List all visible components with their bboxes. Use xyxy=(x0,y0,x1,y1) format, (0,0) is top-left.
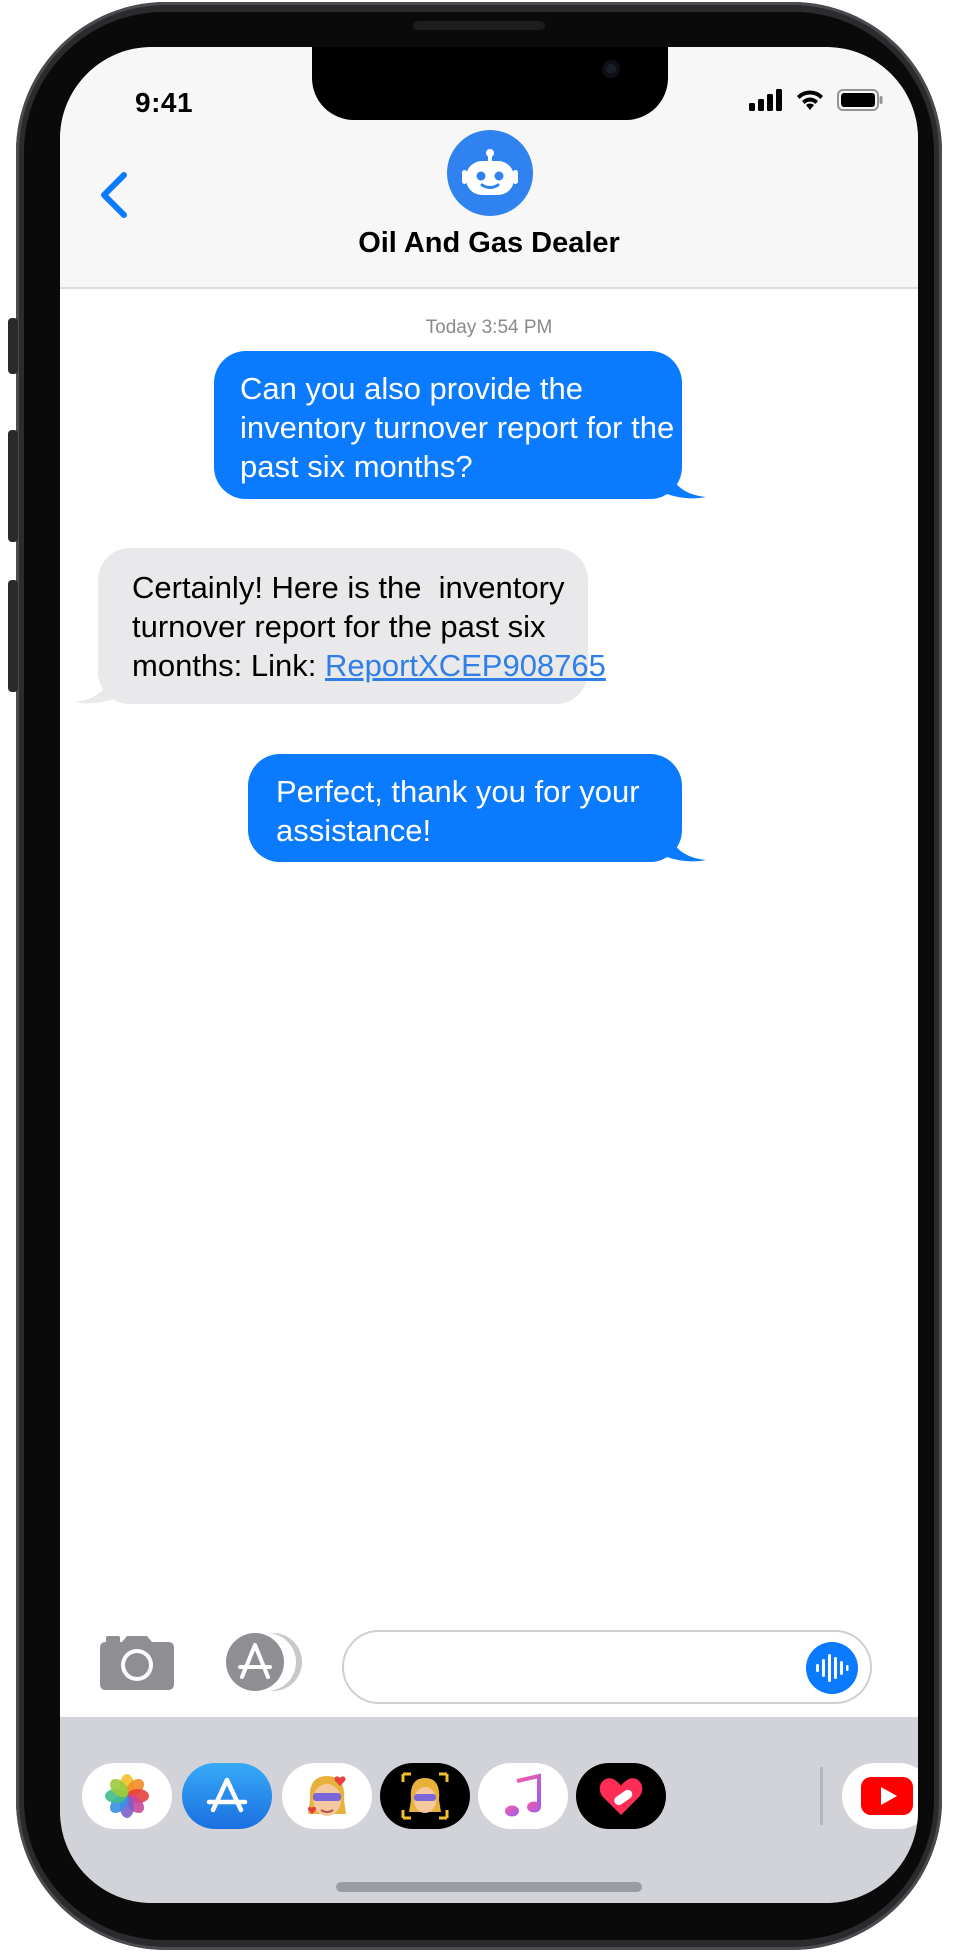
bubble-tail xyxy=(660,828,706,862)
back-button[interactable] xyxy=(94,165,134,225)
message-input[interactable] xyxy=(372,1650,796,1688)
camera-icon xyxy=(100,1636,174,1690)
message-text-line: inventory turnover report for the xyxy=(240,410,675,445)
message-text-line: Certainly! Here is the inventory xyxy=(132,570,565,605)
app-store-icon xyxy=(226,1633,302,1691)
animoji-icon xyxy=(401,1772,449,1820)
app-store-icon xyxy=(206,1777,248,1813)
memoji-stickers-app[interactable] xyxy=(282,1763,372,1829)
incoming-message-bubble[interactable]: Certainly! Here is the inventory turnove… xyxy=(74,548,606,704)
message-input-field[interactable] xyxy=(342,1630,872,1704)
screen: 9:41 Oil And Gas Dealer Today 3:54 PM Ca… xyxy=(60,47,918,1903)
robot-icon xyxy=(462,149,518,195)
tray-divider xyxy=(820,1767,823,1825)
photos-app[interactable] xyxy=(82,1763,172,1829)
chevron-left-icon xyxy=(101,172,127,218)
battery-icon xyxy=(837,89,883,111)
volume-up-button xyxy=(8,430,18,542)
outgoing-message-bubble[interactable]: Perfect, thank you for your assistance! xyxy=(248,754,706,862)
outgoing-message-bubble[interactable]: Can you also provide the inventory turno… xyxy=(214,351,706,499)
report-link[interactable]: ReportXCEP908765 xyxy=(325,648,606,683)
silent-switch xyxy=(8,318,18,374)
youtube-icon xyxy=(861,1777,913,1815)
camera-button[interactable] xyxy=(100,1634,174,1690)
status-icons xyxy=(749,89,883,111)
apps-button[interactable] xyxy=(224,1633,304,1691)
volume-down-button xyxy=(8,580,18,692)
voice-message-button[interactable] xyxy=(806,1642,858,1694)
status-time: 9:41 xyxy=(135,87,194,118)
message-text-line-with-link: months: Link: ReportXCEP908765 xyxy=(132,642,606,683)
front-camera xyxy=(602,60,620,78)
home-indicator[interactable] xyxy=(336,1882,642,1892)
message-text-line: Can you also provide the xyxy=(240,371,583,406)
app-store-app[interactable] xyxy=(182,1763,272,1829)
digital-touch-app[interactable] xyxy=(576,1763,666,1829)
music-icon xyxy=(505,1773,541,1817)
animoji-app[interactable] xyxy=(380,1763,470,1829)
cellular-signal-icon xyxy=(749,89,782,111)
message-text-line: Perfect, thank you for your xyxy=(276,774,640,809)
music-app[interactable] xyxy=(478,1763,568,1829)
message-text-line: past six months? xyxy=(240,449,473,484)
message-text-line: assistance! xyxy=(276,813,432,848)
conversation-timestamp: Today 3:54 PM xyxy=(425,317,553,338)
audio-waveform-icon xyxy=(816,1654,849,1682)
imessage-app-drawer xyxy=(60,1717,918,1903)
message-list: Today 3:54 PM Can you also provide the i… xyxy=(60,289,918,1659)
message-composer xyxy=(60,1607,918,1717)
youtube-app[interactable] xyxy=(842,1763,918,1829)
memoji-icon xyxy=(307,1776,346,1816)
bubble-tail xyxy=(74,670,120,704)
digital-touch-icon xyxy=(599,1778,643,1815)
wifi-icon xyxy=(797,90,823,110)
contact-avatar[interactable] xyxy=(447,130,533,216)
photos-icon xyxy=(105,1774,149,1818)
earpiece-speaker xyxy=(413,21,545,30)
notch xyxy=(312,47,668,120)
contact-name[interactable]: Oil And Gas Dealer xyxy=(60,227,918,260)
message-text-line: months: Link: xyxy=(132,648,325,683)
conversation-header: 9:41 Oil And Gas Dealer xyxy=(60,47,918,289)
message-text-line: turnover report for the past six xyxy=(132,609,546,644)
